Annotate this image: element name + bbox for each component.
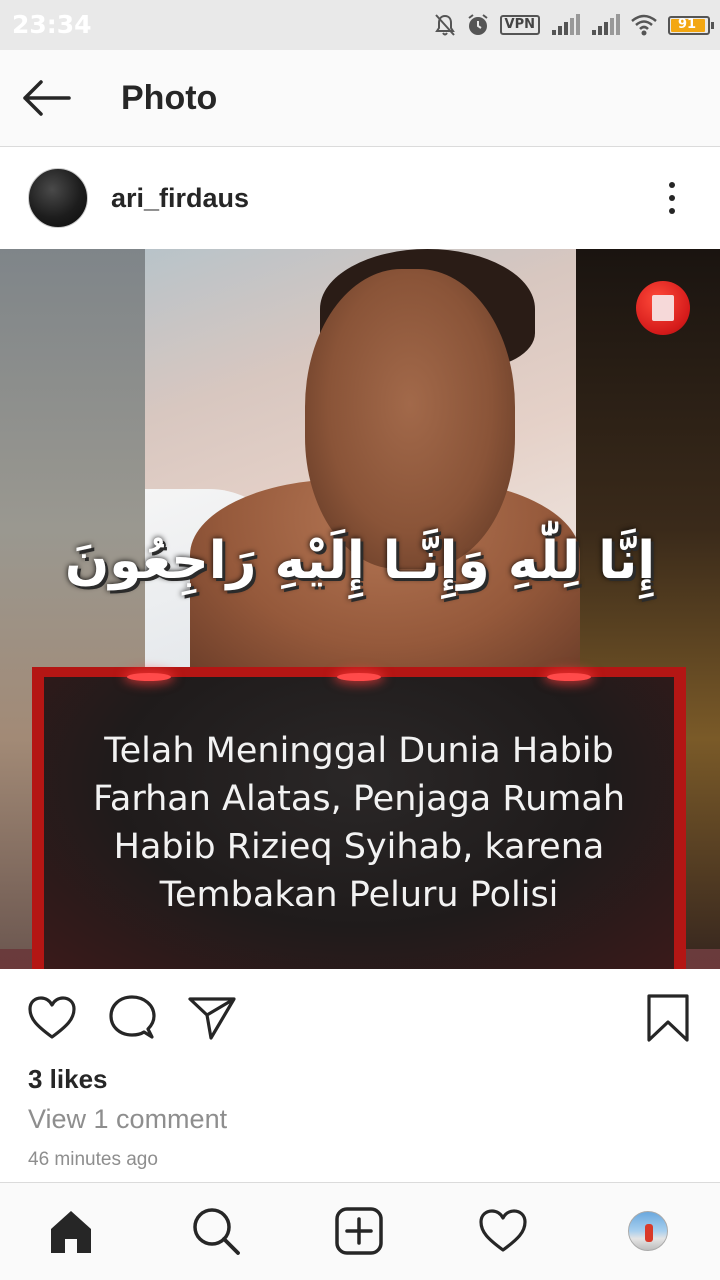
activity-heart-icon [479, 1209, 527, 1252]
caption-frame: Telah Meninggal Dunia Habib Farhan Alata… [32, 667, 686, 969]
save-button[interactable] [642, 992, 694, 1044]
post-timestamp: 46 minutes ago [28, 1149, 158, 1170]
add-post-icon [335, 1207, 383, 1255]
caption-panel: Telah Meninggal Dunia Habib Farhan Alata… [44, 673, 674, 969]
status-icons: VPN 91 [434, 8, 714, 42]
nav-new-post-button[interactable] [333, 1205, 385, 1257]
bottom-navigation [0, 1182, 720, 1280]
search-icon [193, 1208, 240, 1255]
post-image[interactable]: إِنَّا لِلّٰهِ وَإِنَّـا إِلَيْهِ رَاجِع… [0, 249, 720, 969]
battery-level: 91 [677, 16, 697, 32]
notifications-off-icon [434, 14, 455, 36]
share-icon [188, 997, 236, 1040]
more-vertical-icon [669, 182, 675, 188]
post-actions [0, 970, 720, 1060]
image-caption-text: Telah Meninggal Dunia Habib Farhan Alata… [92, 731, 626, 915]
username-link[interactable]: ari_firdaus [111, 183, 249, 214]
avatar[interactable] [28, 168, 88, 228]
post-header: ari_firdaus [0, 148, 720, 248]
nav-home-button[interactable] [45, 1205, 97, 1257]
back-button[interactable] [18, 72, 74, 124]
bookmark-icon [647, 994, 689, 1042]
status-bar: 23:34 VPN 91 [0, 0, 720, 50]
view-comments-link[interactable]: View 1 comment [28, 1104, 227, 1135]
signal-icon [592, 14, 620, 35]
page-title: Photo [121, 79, 218, 117]
alarm-icon [467, 14, 488, 35]
app-bar: Photo [0, 50, 720, 147]
share-button[interactable] [186, 992, 238, 1044]
person-face [305, 269, 515, 569]
arabic-text: إِنَّا لِلّٰهِ وَإِنَّـا إِلَيْهِ رَاجِع… [64, 531, 656, 591]
like-button[interactable] [26, 992, 78, 1044]
comment-icon [109, 995, 156, 1039]
profile-avatar [628, 1211, 668, 1251]
caption-lights [44, 673, 674, 681]
likes-count[interactable]: 3 likes [28, 1064, 108, 1095]
comment-button[interactable] [106, 992, 158, 1044]
nav-profile-button[interactable] [622, 1205, 674, 1257]
status-time: 23:34 [12, 10, 92, 39]
vpn-icon: VPN [499, 15, 540, 35]
battery-icon: 91 [668, 15, 714, 35]
home-icon [51, 1211, 91, 1253]
more-options-button[interactable] [652, 176, 692, 220]
watermark-logo-icon [636, 281, 690, 335]
wifi-icon [631, 14, 657, 36]
signal-icon [552, 14, 580, 35]
nav-activity-button[interactable] [477, 1205, 529, 1257]
arrow-left-icon [23, 80, 71, 116]
heart-icon [28, 996, 76, 1039]
nav-search-button[interactable] [190, 1205, 242, 1257]
